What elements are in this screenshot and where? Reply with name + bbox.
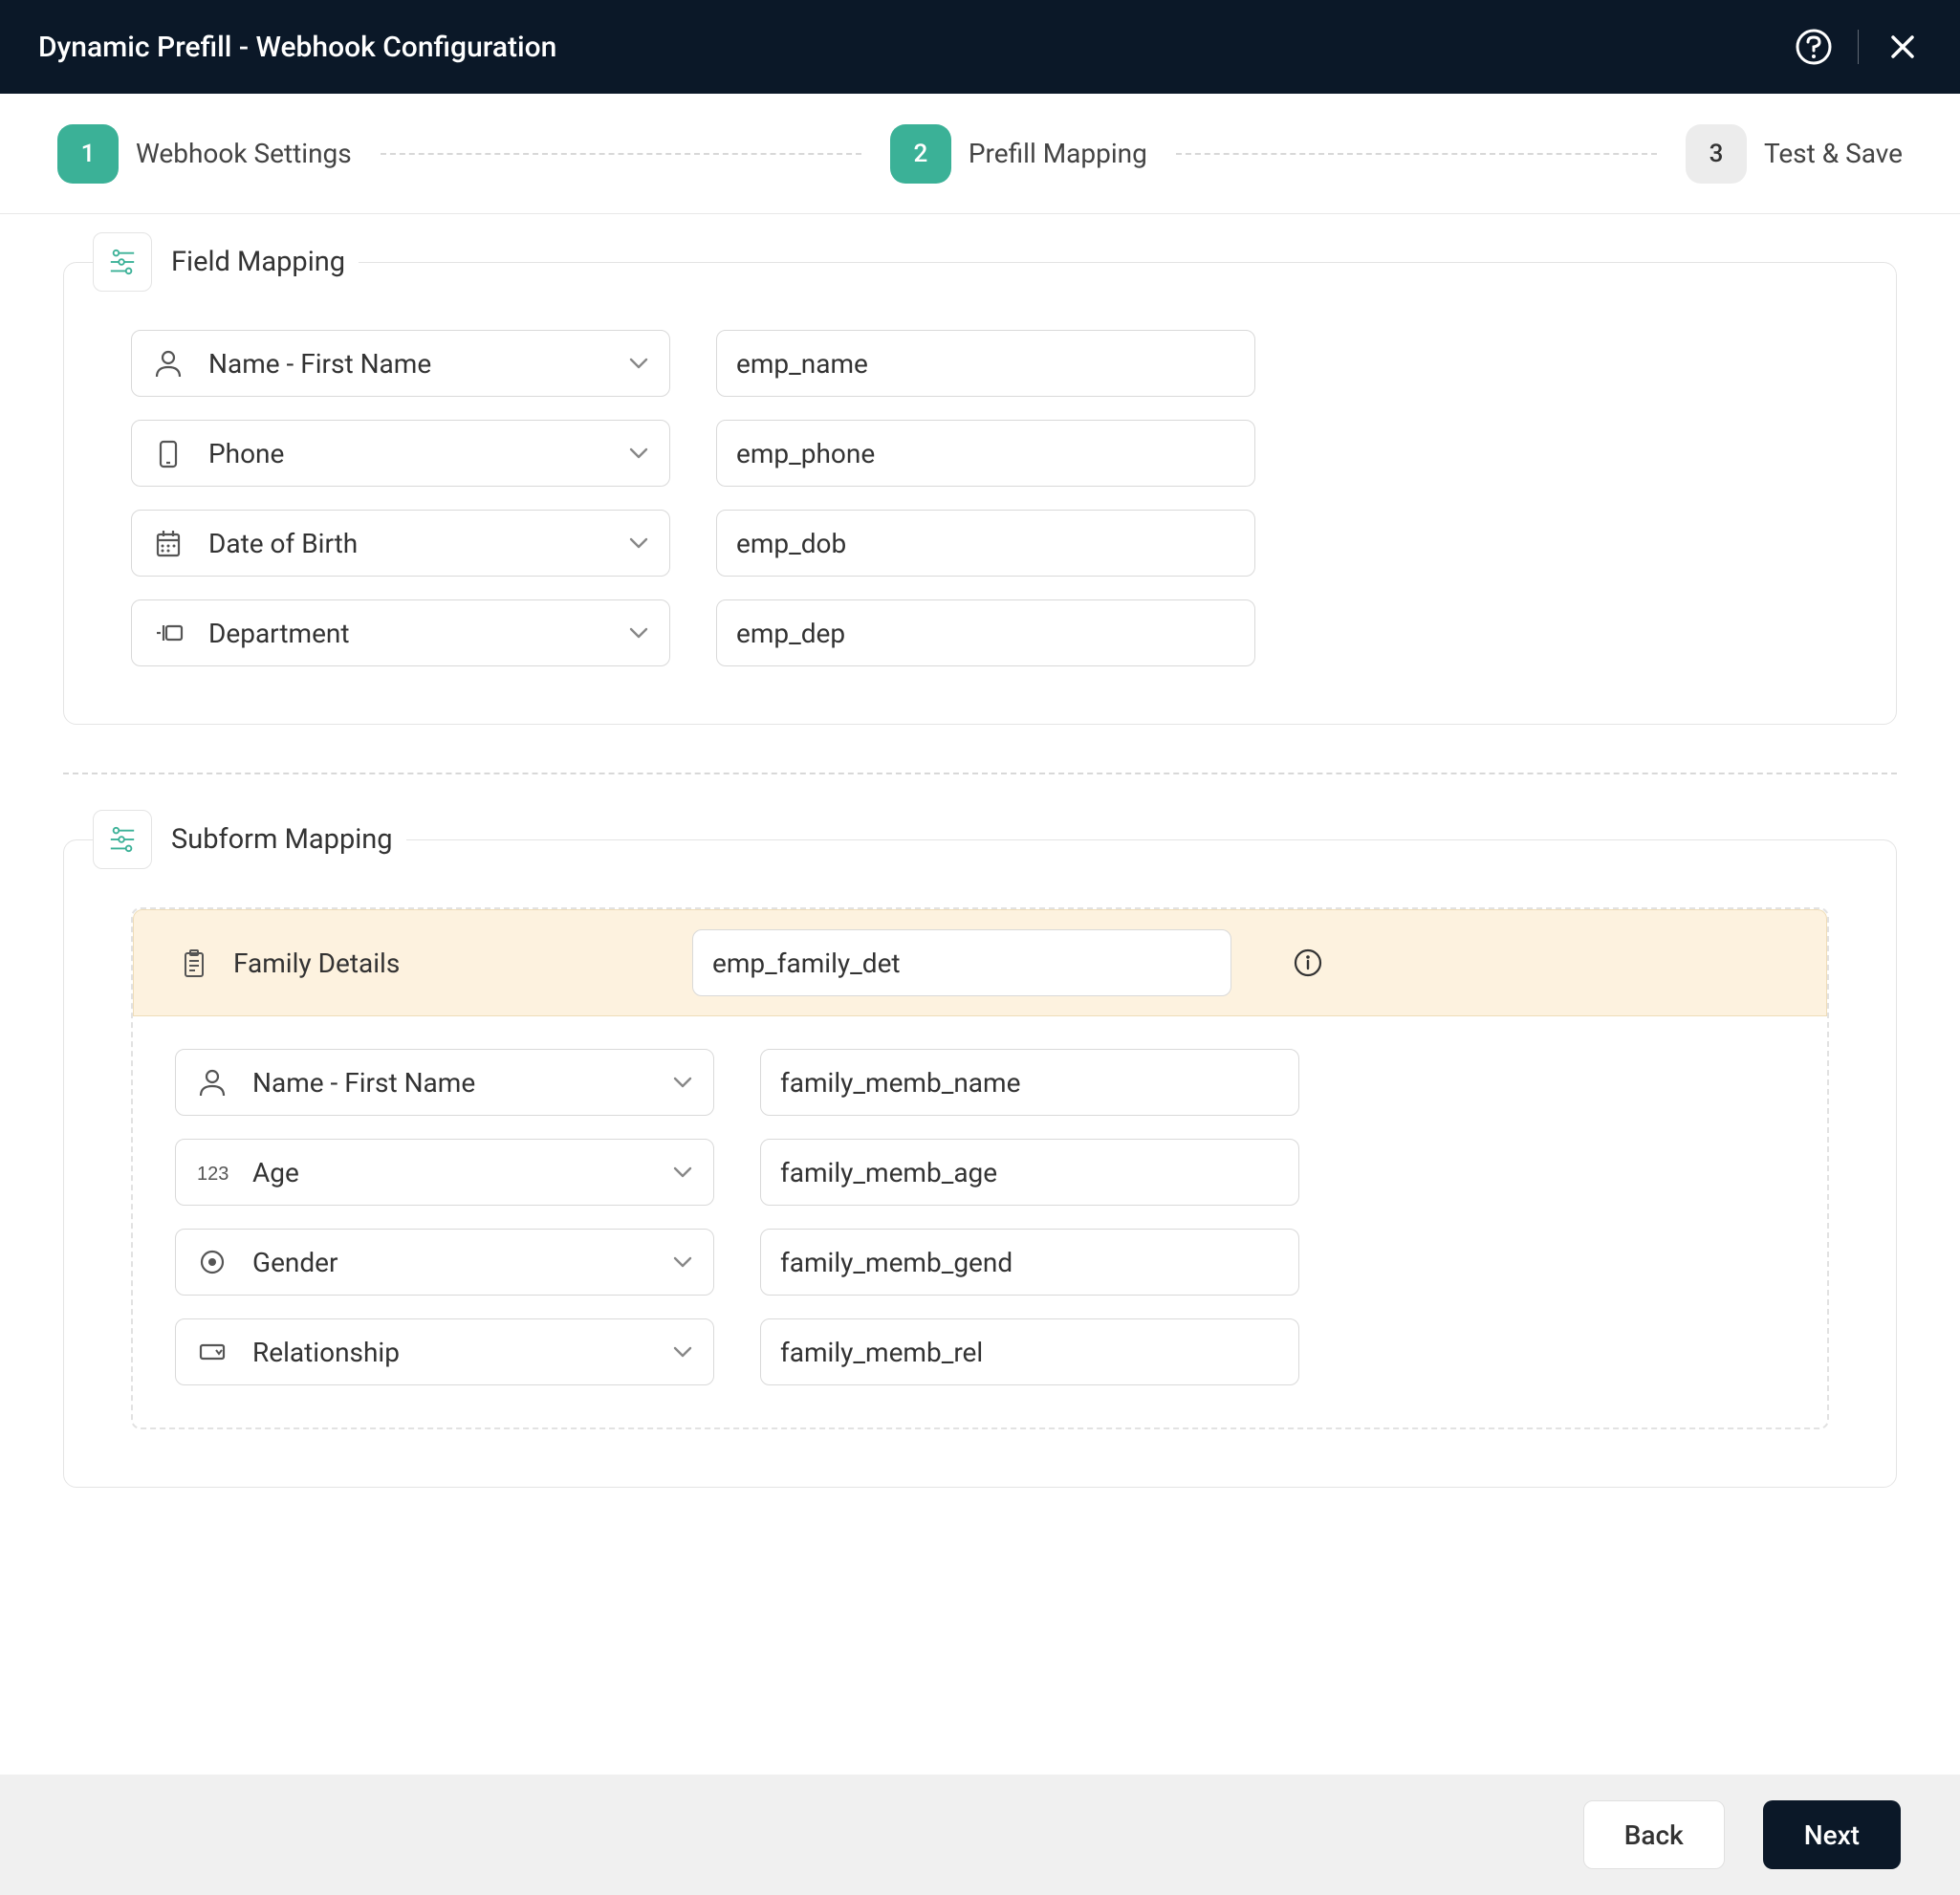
chevron-down-icon	[671, 1340, 694, 1363]
field-label: Age	[252, 1157, 648, 1188]
mapping-row: Gender	[175, 1229, 1785, 1296]
chevron-down-icon	[671, 1251, 694, 1274]
phone-icon	[151, 436, 185, 470]
subform-body: Name - First Name Age	[133, 1016, 1827, 1427]
next-button[interactable]: Next	[1763, 1800, 1901, 1869]
subform-value-input[interactable]	[692, 929, 1231, 996]
dropdown-icon	[195, 1335, 229, 1369]
field-label: Gender	[252, 1247, 648, 1278]
subform-field-select-name[interactable]: Name - First Name	[175, 1049, 714, 1116]
chevron-down-icon	[627, 621, 650, 644]
field-label: Name - First Name	[252, 1067, 648, 1099]
chevron-down-icon	[671, 1071, 694, 1094]
chevron-down-icon	[671, 1161, 694, 1184]
field-select-dob[interactable]: Date of Birth	[131, 510, 670, 577]
field-label: Department	[208, 618, 604, 649]
step-connector	[381, 153, 861, 155]
person-icon	[195, 1065, 229, 1100]
clipboard-icon	[176, 946, 210, 980]
section-header: Field Mapping	[93, 232, 359, 292]
step-badge: 2	[890, 124, 951, 184]
field-value-input[interactable]	[716, 599, 1255, 666]
field-label: Relationship	[252, 1337, 648, 1368]
subform-mapping-section: Subform Mapping Family Details Name - Fi…	[63, 839, 1897, 1488]
field-value-input[interactable]	[716, 510, 1255, 577]
radio-icon	[195, 1245, 229, 1279]
mapping-row: Name - First Name	[175, 1049, 1785, 1116]
field-value-input[interactable]	[760, 1318, 1299, 1385]
chevron-down-icon	[627, 532, 650, 555]
footer: Back Next	[0, 1775, 1960, 1895]
subform-field-select-age[interactable]: Age	[175, 1139, 714, 1206]
step-connector	[1176, 153, 1657, 155]
subform-name: Family Details	[233, 948, 400, 979]
mapping-row: Department	[131, 599, 1829, 666]
info-icon[interactable]	[1293, 948, 1323, 978]
step-label: Test & Save	[1764, 138, 1903, 169]
field-select-name[interactable]: Name - First Name	[131, 330, 670, 397]
text-icon	[151, 616, 185, 650]
mapping-row: Phone	[131, 420, 1829, 487]
header: Dynamic Prefill - Webhook Configuration	[0, 0, 1960, 94]
back-button[interactable]: Back	[1583, 1800, 1725, 1869]
section-divider	[63, 773, 1897, 774]
subform-field-select-gender[interactable]: Gender	[175, 1229, 714, 1296]
mapping-row: Name - First Name	[131, 330, 1829, 397]
field-value-input[interactable]	[760, 1139, 1299, 1206]
chevron-down-icon	[627, 442, 650, 465]
field-select-phone[interactable]: Phone	[131, 420, 670, 487]
step-label: Prefill Mapping	[969, 138, 1147, 169]
subform-label: Family Details	[176, 946, 669, 980]
field-value-input[interactable]	[760, 1229, 1299, 1296]
stepper: 1 Webhook Settings 2 Prefill Mapping 3 T…	[0, 94, 1960, 214]
section-header: Subform Mapping	[93, 810, 406, 869]
section-title: Subform Mapping	[171, 823, 393, 856]
number-icon	[195, 1155, 229, 1189]
field-value-input[interactable]	[760, 1049, 1299, 1116]
subform-header: Family Details	[133, 909, 1827, 1016]
field-label: Phone	[208, 438, 604, 469]
field-label: Name - First Name	[208, 348, 604, 380]
step-badge: 3	[1686, 124, 1747, 184]
close-icon[interactable]	[1884, 28, 1922, 66]
subform-wrap: Family Details Name - First Name	[131, 907, 1829, 1429]
header-divider	[1858, 30, 1859, 64]
mapping-row: Date of Birth	[131, 510, 1829, 577]
field-mapping-section: Field Mapping Name - First Name Phone Da…	[63, 262, 1897, 725]
section-title: Field Mapping	[171, 246, 345, 278]
field-label: Date of Birth	[208, 528, 604, 559]
step-webhook-settings[interactable]: 1 Webhook Settings	[57, 124, 352, 184]
step-test-save[interactable]: 3 Test & Save	[1686, 124, 1903, 184]
person-icon	[151, 346, 185, 381]
step-badge: 1	[57, 124, 119, 184]
mapping-row: Age	[175, 1139, 1785, 1206]
field-value-input[interactable]	[716, 420, 1255, 487]
main: Field Mapping Name - First Name Phone Da…	[0, 214, 1960, 1775]
mapping-icon	[93, 232, 152, 292]
mapping-icon	[93, 810, 152, 869]
chevron-down-icon	[627, 352, 650, 375]
header-actions	[1795, 28, 1922, 66]
step-label: Webhook Settings	[136, 138, 352, 169]
page-title: Dynamic Prefill - Webhook Configuration	[38, 31, 1795, 64]
subform-field-select-relationship[interactable]: Relationship	[175, 1318, 714, 1385]
calendar-icon	[151, 526, 185, 560]
mapping-row: Relationship	[175, 1318, 1785, 1385]
help-icon[interactable]	[1795, 28, 1833, 66]
field-select-department[interactable]: Department	[131, 599, 670, 666]
field-value-input[interactable]	[716, 330, 1255, 397]
step-prefill-mapping[interactable]: 2 Prefill Mapping	[890, 124, 1147, 184]
